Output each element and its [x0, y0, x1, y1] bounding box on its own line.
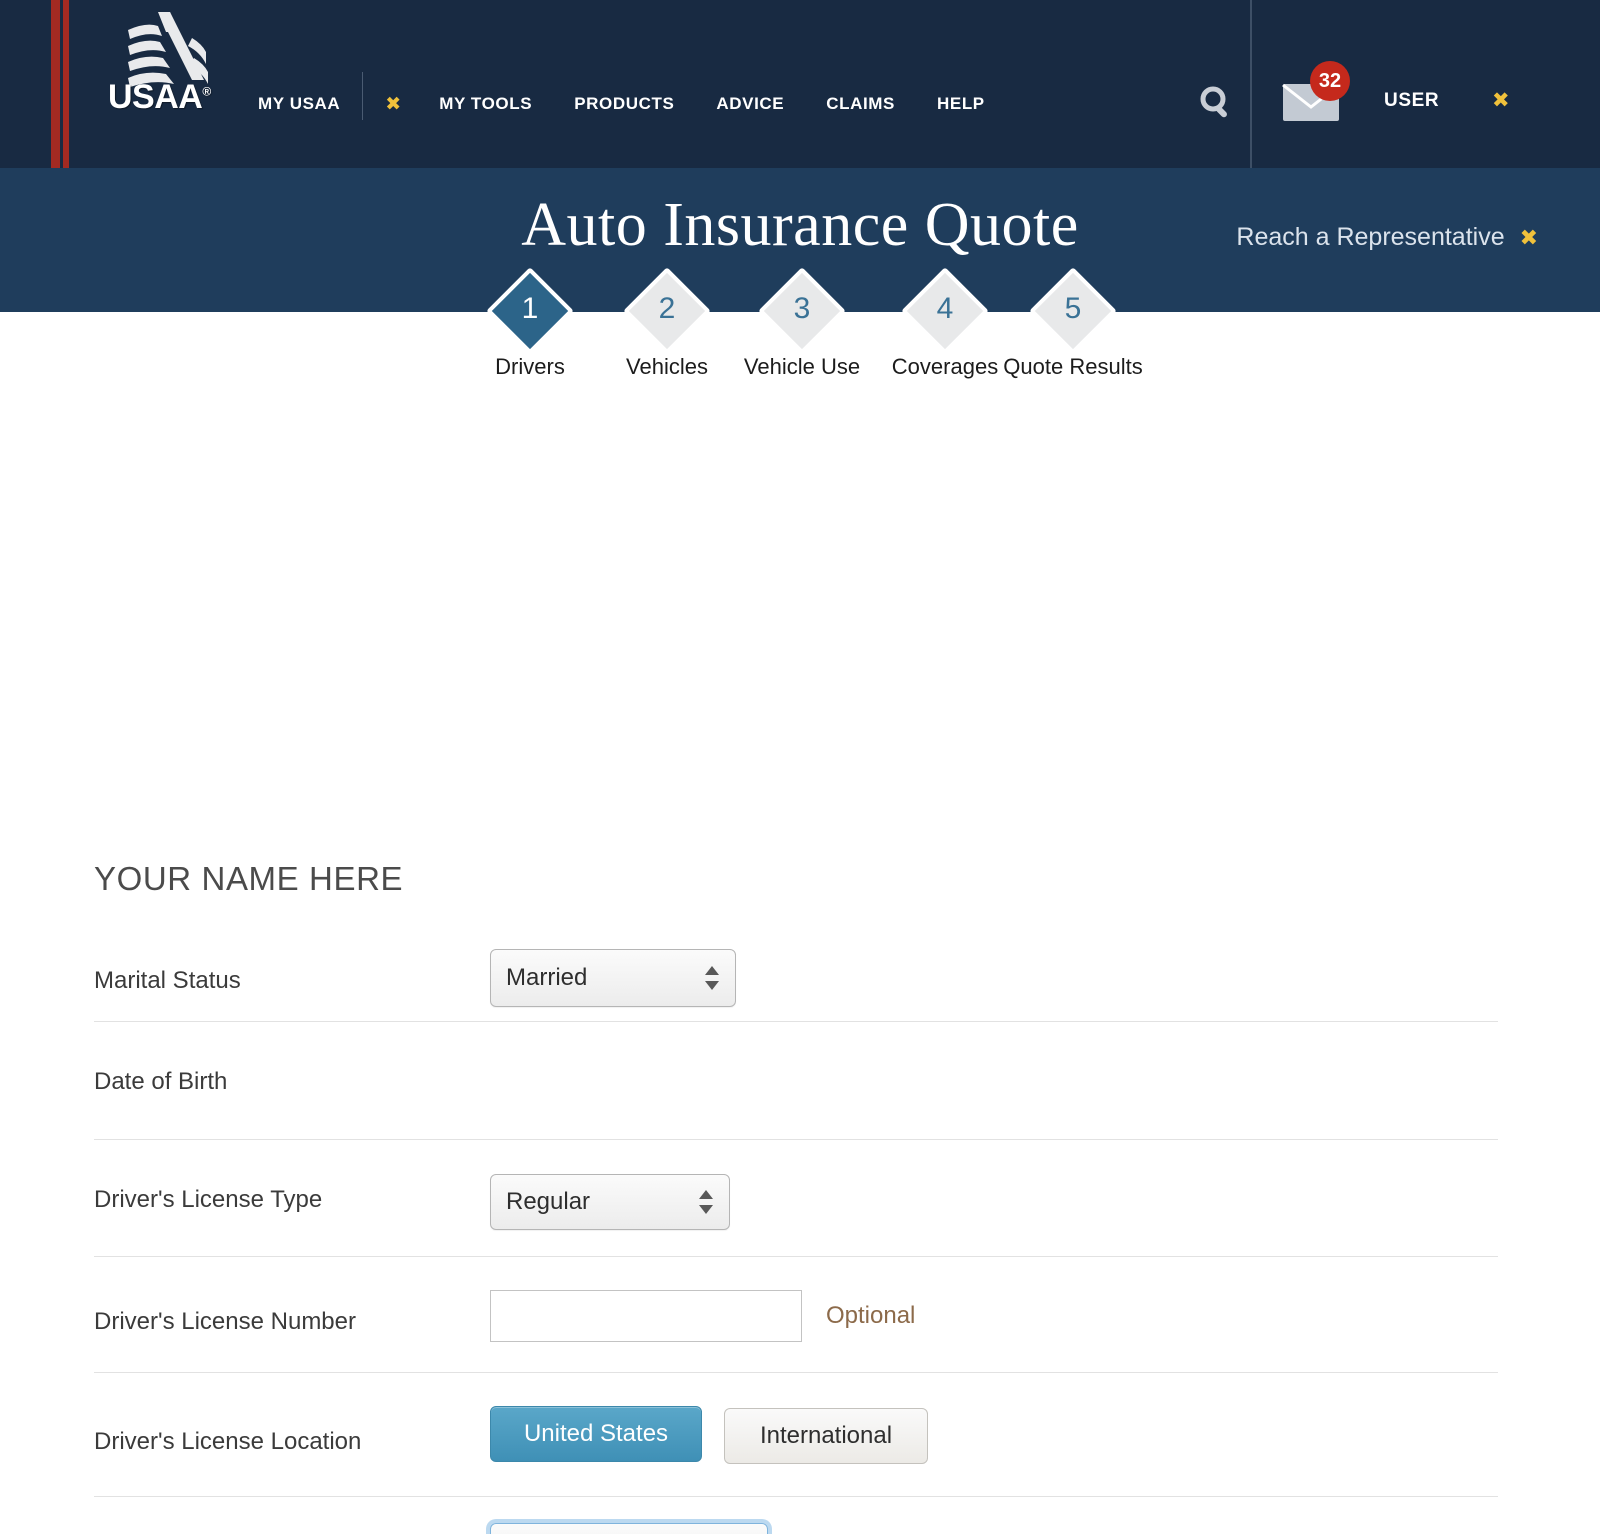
- unread-count-badge: 32: [1310, 61, 1350, 101]
- step-number-3: 3: [793, 292, 811, 325]
- header-vertical-divider: [1250, 0, 1252, 168]
- nav-item-my-usaa[interactable]: MY USAA: [258, 94, 340, 114]
- row-date-of-birth: Date of Birth: [94, 1064, 1498, 1140]
- license-type-value: Regular: [506, 1188, 591, 1215]
- license-location-international-button[interactable]: International: [724, 1408, 928, 1464]
- divider-after-marital-status: [94, 1021, 1498, 1022]
- divider-after-date-of-birth: [94, 1139, 1498, 1140]
- row-license-number: Driver's License Number Optional: [94, 1286, 1498, 1374]
- reach-rep-label: Reach a Representative: [1236, 223, 1505, 251]
- step-number-2: 2: [658, 292, 676, 325]
- label-marital-status: Marital Status: [94, 967, 241, 994]
- nav-item-help[interactable]: HELP: [937, 94, 985, 114]
- nav-divider: [362, 72, 364, 120]
- state-select[interactable]: [490, 1523, 768, 1534]
- select-stepper-arrows-icon: [705, 965, 719, 991]
- divider-after-license-number: [94, 1372, 1498, 1373]
- envelope-icon[interactable]: 32: [1282, 61, 1350, 127]
- marital-status-value: Married: [506, 964, 588, 991]
- label-license-type: Driver's License Type: [94, 1186, 323, 1213]
- nav-item-products[interactable]: PRODUCTS: [574, 94, 674, 114]
- row-license-type: Driver's License Type Regular: [94, 1174, 1498, 1256]
- label-license-location: Driver's License Location: [94, 1428, 362, 1455]
- row-marital-status: Marital Status Married: [94, 949, 1498, 1029]
- search-icon[interactable]: [1198, 84, 1236, 127]
- step-label-quote-results: Quote Results: [1003, 354, 1143, 379]
- select-stepper-arrows-icon: [699, 1189, 713, 1215]
- label-date-of-birth: Date of Birth: [94, 1068, 228, 1095]
- license-number-input[interactable]: [490, 1290, 802, 1342]
- step-number-1: 1: [521, 292, 539, 325]
- license-location-united-states-button[interactable]: United States: [490, 1406, 702, 1462]
- nav-item-my-tools[interactable]: MY TOOLS: [439, 94, 532, 114]
- divider-after-license-location: [94, 1496, 1498, 1497]
- step-label-vehicle-use: Vehicle Use: [743, 354, 861, 379]
- row-state: State: [94, 1519, 1498, 1534]
- reach-rep-chevron-down-icon: ✖: [1519, 225, 1538, 250]
- quote-progress-stepper: 1 Drivers 2 Vehicles 3 Vehicle Use 4 Cov…: [0, 267, 1600, 424]
- main-nav: MY USAA ✖ MY TOOLS PRODUCTS ADVICE CLAIM…: [258, 72, 1027, 120]
- reach-a-representative-link[interactable]: Reach a Representative ✖: [1236, 223, 1538, 252]
- license-number-optional-tag: Optional: [826, 1302, 916, 1329]
- step-label-vehicles: Vehicles: [626, 354, 708, 379]
- license-type-select[interactable]: Regular: [490, 1174, 730, 1230]
- nav-item-claims[interactable]: CLAIMS: [826, 94, 895, 114]
- usaa-wordmark[interactable]: USAA®: [108, 78, 211, 117]
- brand-stripe-left: [51, 0, 60, 168]
- step-number-5: 5: [1064, 292, 1082, 325]
- page-section-title: YOUR NAME HERE: [94, 860, 404, 897]
- usaa-wordmark-text: USAA: [108, 78, 203, 116]
- nav-chevron-down-icon[interactable]: ✖: [385, 95, 401, 114]
- divider-after-license-type: [94, 1256, 1498, 1257]
- step-label-drivers: Drivers: [495, 354, 565, 379]
- row-license-location: Driver's License Location United States …: [94, 1402, 1498, 1494]
- brand-stripe-right: [63, 0, 69, 168]
- user-menu-label[interactable]: USER: [1384, 90, 1439, 112]
- site-header: USAA® MY USAA ✖ MY TOOLS PRODUCTS ADVICE…: [0, 0, 1600, 168]
- marital-status-select[interactable]: Married: [490, 949, 736, 1007]
- user-chevron-down-icon[interactable]: ✖: [1492, 88, 1510, 113]
- registered-mark: ®: [202, 84, 211, 99]
- nav-item-advice[interactable]: ADVICE: [716, 94, 784, 114]
- label-license-number: Driver's License Number: [94, 1308, 356, 1335]
